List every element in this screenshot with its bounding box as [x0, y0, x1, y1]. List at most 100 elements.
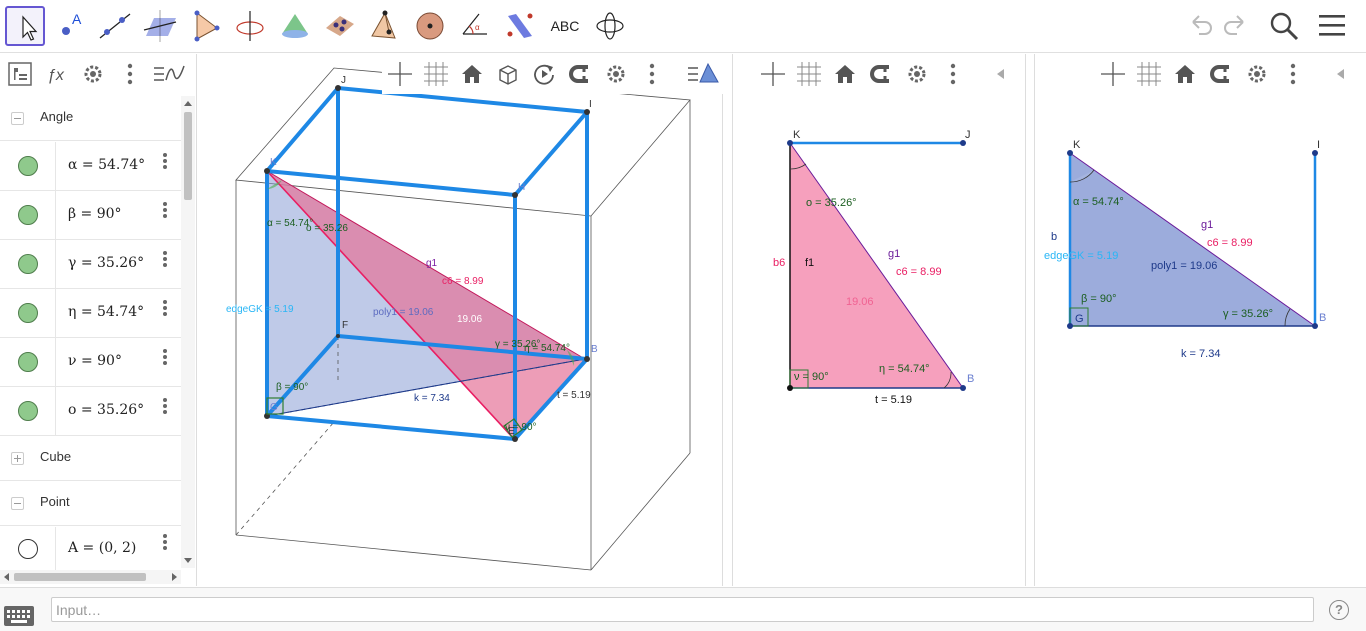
projection-button[interactable] — [566, 60, 594, 88]
scroll-down-icon[interactable] — [181, 556, 195, 566]
pyramid-tool-button[interactable] — [365, 6, 405, 46]
graphics-3d-view[interactable]: J I K H F B G E α = 54.74° ο = 35.26 g1 … — [202, 54, 723, 586]
undo-icon[interactable] — [1185, 10, 1215, 40]
grid-toggle-button[interactable] — [1135, 60, 1163, 88]
visibility-toggle[interactable] — [18, 303, 38, 323]
home-button[interactable] — [1171, 60, 1199, 88]
graphics-view-1[interactable]: K J B ο = 35.26° g1 c6 = 8.99 b6 f1 19.0… — [732, 54, 1026, 586]
visibility-toggle[interactable] — [18, 254, 38, 274]
graphics-view-2[interactable]: K I B G α = 54.74° g1 c6 = 8.99 b edgeGK… — [1034, 54, 1366, 586]
visibility-toggle[interactable] — [18, 205, 38, 225]
graphics-settings-button[interactable] — [1243, 60, 1271, 88]
text-tool-button[interactable]: ABC — [545, 6, 585, 46]
algebra-item[interactable]: η = 54.74° — [0, 289, 181, 338]
view-switch-button[interactable] — [152, 60, 186, 88]
graphics-canvas-1[interactable]: K J B ο = 35.26° g1 c6 = 8.99 b6 f1 19.0… — [733, 54, 1027, 586]
sphere-tool-button[interactable] — [410, 6, 450, 46]
vertical-scrollbar[interactable] — [181, 96, 195, 568]
3d-canvas[interactable]: J I K H F B G E α = 54.74° ο = 35.26 g1 … — [202, 54, 723, 586]
algebra-settings-button[interactable] — [79, 60, 107, 88]
visibility-toggle[interactable] — [18, 156, 38, 176]
keyboard-icon[interactable] — [4, 606, 34, 626]
cone-tool-button[interactable] — [275, 6, 315, 46]
visibility-toggle[interactable] — [18, 539, 38, 559]
collapse-style-bar-button[interactable] — [991, 60, 1011, 88]
algebra-item[interactable]: α = 54.74° — [0, 142, 181, 191]
collapse-icon[interactable] — [11, 497, 24, 510]
more-vertical-icon — [649, 63, 655, 85]
help-icon[interactable]: ? — [1329, 600, 1349, 620]
section-cube[interactable]: Cube — [0, 436, 181, 481]
3d-view-menu-button[interactable] — [686, 60, 720, 88]
algebra-item[interactable]: A = (0, 2) — [0, 527, 181, 571]
scroll-right-icon[interactable] — [169, 570, 179, 584]
grid-toggle-button[interactable] — [795, 60, 823, 88]
move-tool-button[interactable] — [5, 6, 45, 46]
rotate-animation-button[interactable] — [530, 60, 558, 88]
algebra-item[interactable]: β = 90° — [0, 191, 181, 240]
tree-view-button[interactable] — [6, 60, 34, 88]
visibility-toggle[interactable] — [18, 352, 38, 372]
visibility-toggle[interactable] — [18, 401, 38, 421]
label-t: t = 5.19 — [875, 394, 912, 406]
polygon-tool-button[interactable] — [185, 6, 225, 46]
home-button[interactable] — [831, 60, 859, 88]
snap-button[interactable] — [1207, 60, 1235, 88]
item-menu-icon[interactable] — [163, 348, 169, 368]
algebra-item[interactable]: ν = 90° — [0, 338, 181, 387]
reflect-plane-tool-button[interactable] — [500, 6, 540, 46]
algebra-item[interactable]: γ = 35.26° — [0, 240, 181, 289]
point-tool-button[interactable]: A — [50, 6, 90, 46]
graphics-canvas-2[interactable]: K I B G α = 54.74° g1 c6 = 8.99 b edgeGK… — [1035, 54, 1366, 586]
rotate-view-tool-button[interactable] — [590, 6, 630, 46]
scroll-up-icon[interactable] — [181, 98, 195, 108]
algebra-value[interactable]: α = 54.74° — [68, 157, 145, 173]
axes-toggle-button[interactable] — [386, 60, 414, 88]
circle-axis-tool-button[interactable] — [230, 6, 270, 46]
scroll-left-icon[interactable] — [2, 570, 12, 584]
3d-more-button[interactable] — [638, 60, 666, 88]
section-angle[interactable]: Angle — [0, 96, 181, 141]
graphics-more-button[interactable] — [939, 60, 967, 88]
graphics-more-button[interactable] — [1279, 60, 1307, 88]
plane-tool-button[interactable] — [140, 6, 180, 46]
item-menu-icon[interactable] — [163, 299, 169, 319]
line-tool-button[interactable] — [95, 6, 135, 46]
item-menu-icon[interactable] — [163, 201, 169, 221]
input-bar: Input… ? — [0, 587, 1366, 631]
algebra-value[interactable]: ν = 90° — [68, 353, 122, 369]
input-field[interactable]: Input… — [51, 597, 1314, 622]
item-menu-icon[interactable] — [163, 250, 169, 270]
algebra-value[interactable]: β = 90° — [68, 206, 122, 222]
algebra-value[interactable]: A = (0, 2) — [68, 540, 136, 556]
algebra-value[interactable]: η = 54.74° — [68, 304, 144, 320]
expand-icon[interactable] — [11, 452, 24, 465]
grid-toggle-button[interactable] — [422, 60, 450, 88]
horizontal-scrollbar[interactable] — [0, 570, 181, 584]
fx-button[interactable]: ƒx — [44, 60, 72, 88]
algebra-value[interactable]: ο = 35.26° — [68, 402, 144, 418]
scroll-thumb[interactable] — [184, 112, 192, 200]
redo-icon[interactable] — [1221, 10, 1251, 40]
plane-point-tool-button[interactable] — [320, 6, 360, 46]
axes-toggle-button[interactable] — [1099, 60, 1127, 88]
item-menu-icon[interactable] — [163, 533, 169, 553]
item-menu-icon[interactable] — [163, 397, 169, 417]
collapse-style-bar-button[interactable] — [1331, 60, 1351, 88]
item-menu-icon[interactable] — [163, 152, 169, 172]
3d-settings-button[interactable] — [602, 60, 630, 88]
section-point[interactable]: Point — [0, 481, 181, 526]
snap-button[interactable] — [867, 60, 895, 88]
collapse-icon[interactable] — [11, 112, 24, 125]
axes-toggle-button[interactable] — [759, 60, 787, 88]
scroll-thumb[interactable] — [14, 573, 146, 581]
angle-tool-button[interactable]: α — [455, 6, 495, 46]
algebra-more-button[interactable] — [116, 60, 144, 88]
search-icon[interactable] — [1268, 10, 1300, 42]
algebra-value[interactable]: γ = 35.26° — [68, 255, 144, 271]
menu-icon[interactable] — [1318, 10, 1346, 40]
graphics-settings-button[interactable] — [903, 60, 931, 88]
algebra-item[interactable]: ο = 35.26° — [0, 387, 181, 436]
home-button[interactable] — [458, 60, 486, 88]
view-direction-button[interactable] — [494, 60, 522, 88]
